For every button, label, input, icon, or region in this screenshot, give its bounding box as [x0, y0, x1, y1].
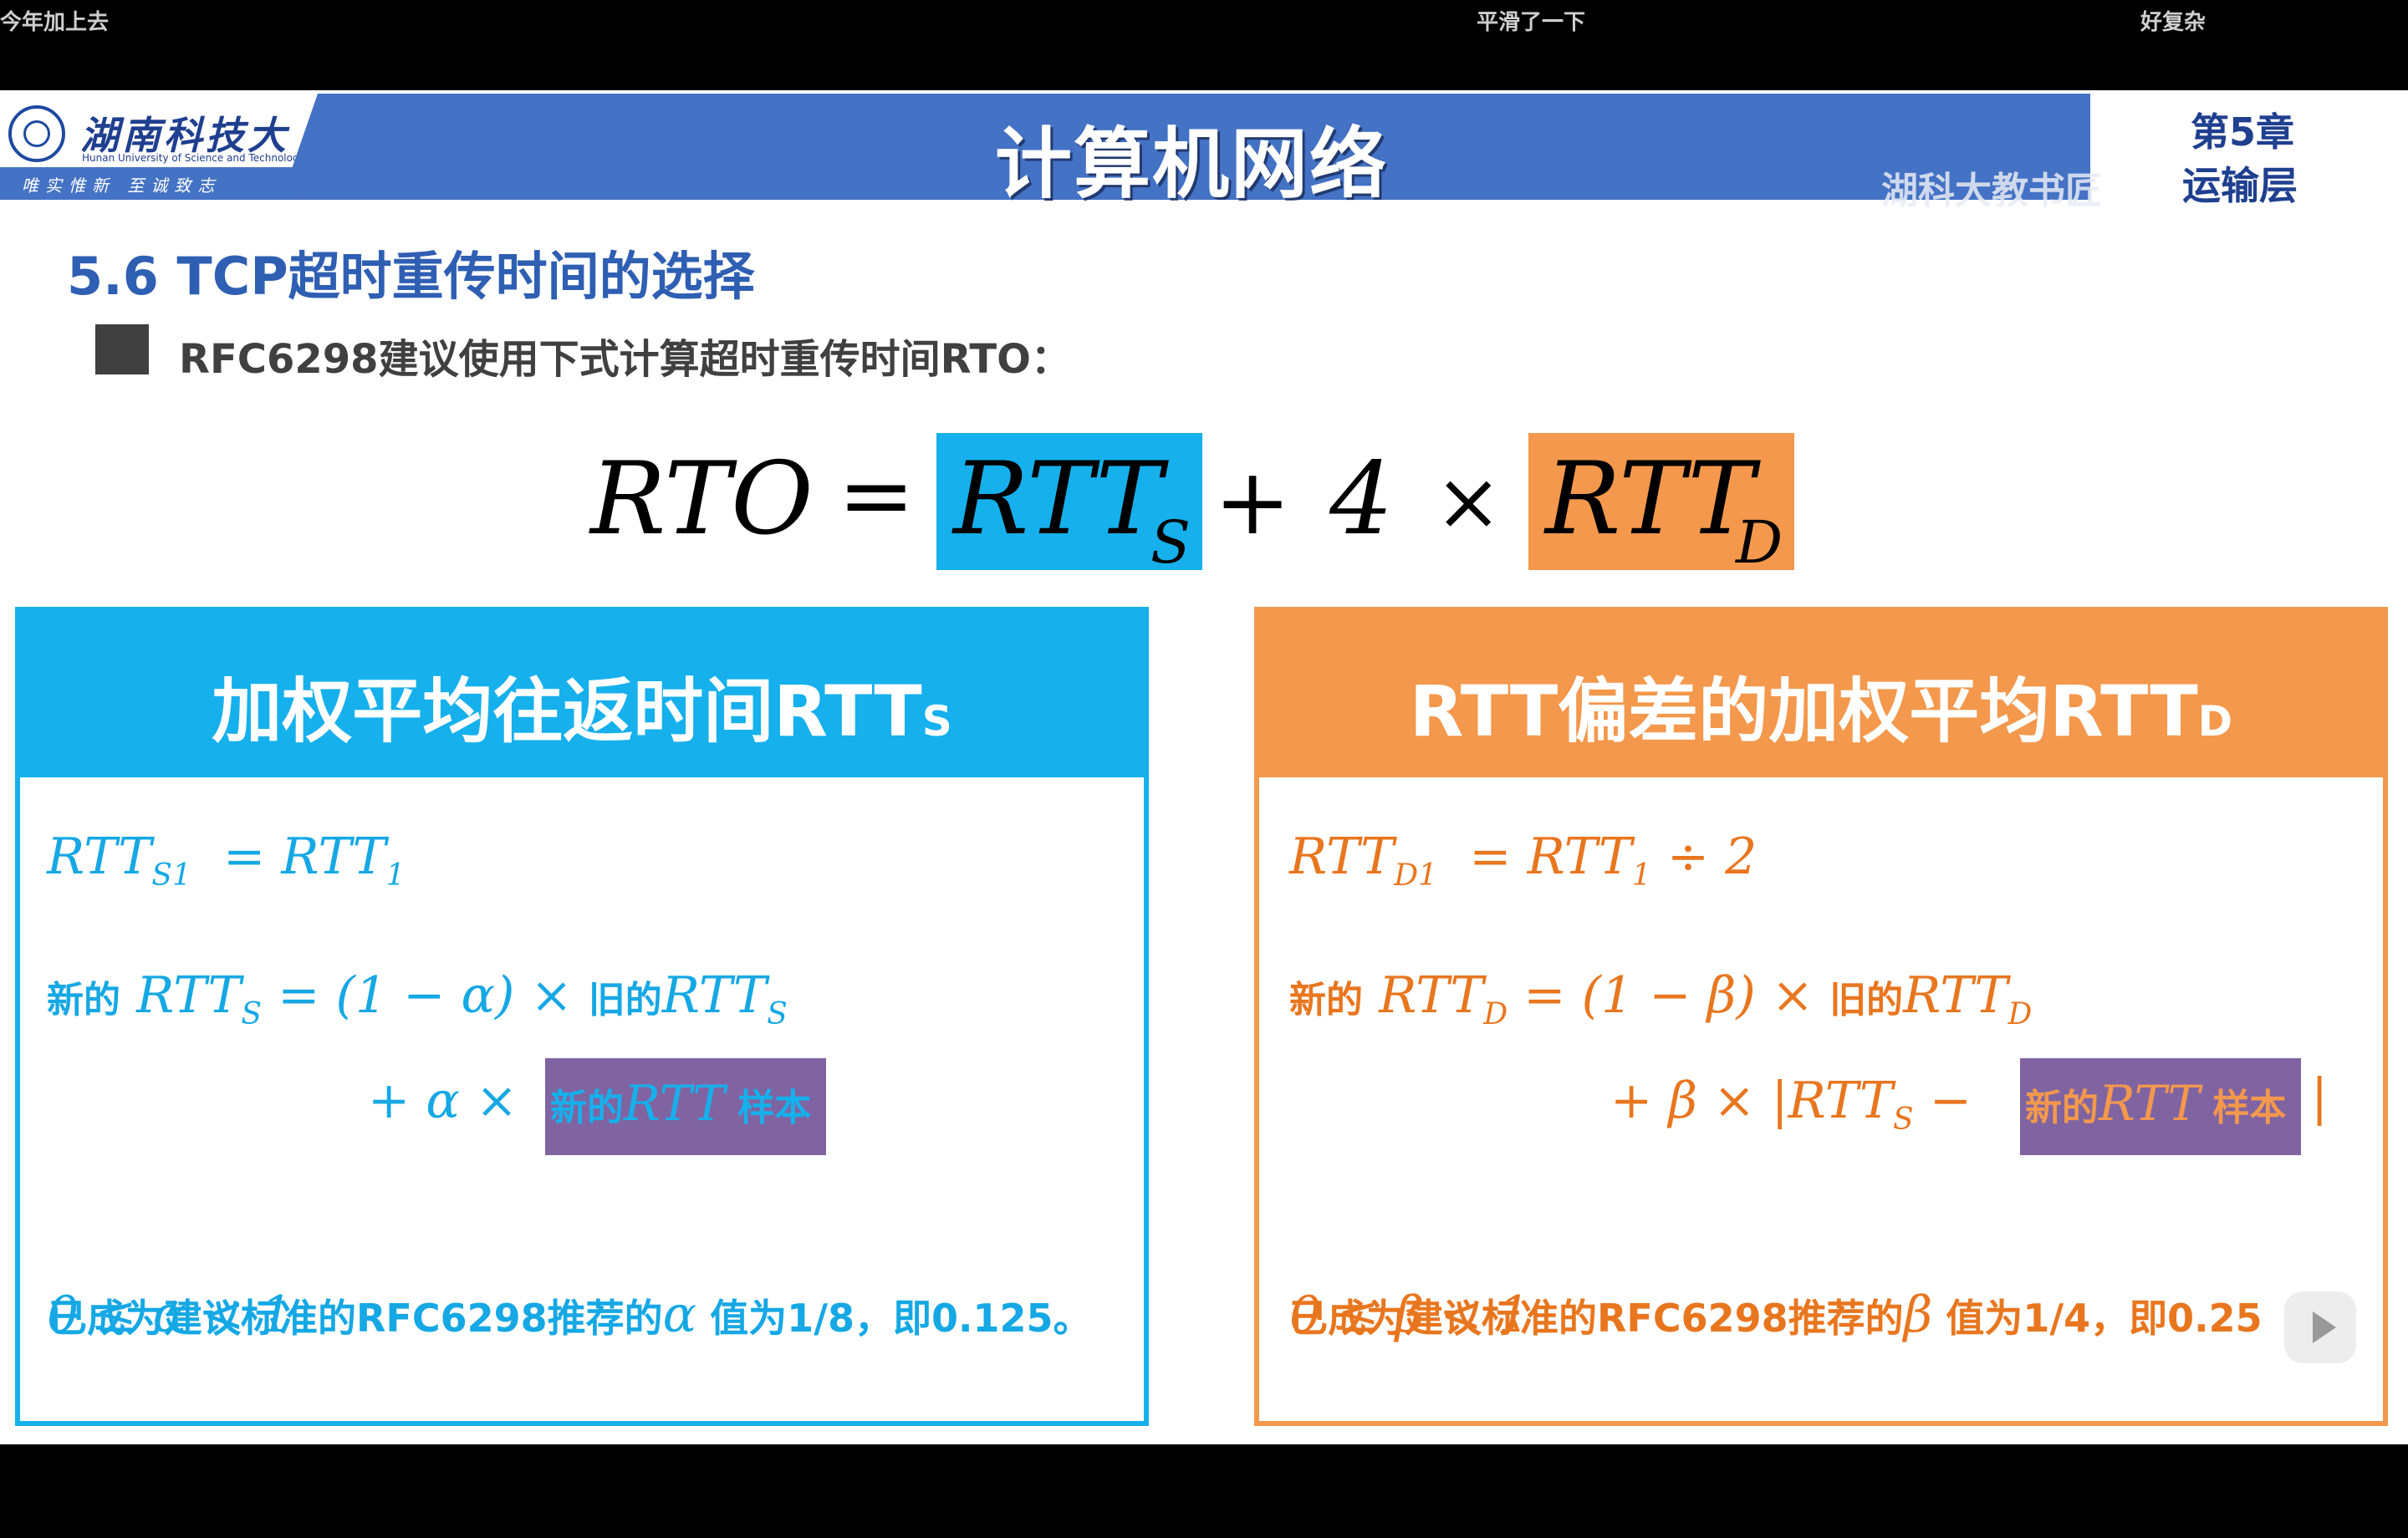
eq-term: = (1 − α) ×	[262, 966, 589, 1025]
eq-sub: S	[1892, 1103, 1914, 1137]
rttd-panel-title: RTT偏差的加权平均RTTD	[1259, 655, 2383, 756]
eq-term: + β × |RTT	[1610, 1072, 1893, 1130]
eq-sub: S	[767, 997, 788, 1031]
rtts-panel-header: 加权平均往返时间RTTS	[20, 612, 1144, 777]
formula-rtts: RTT	[953, 441, 1163, 558]
university-emblem-icon	[8, 105, 65, 162]
sample-label-text: 样本	[725, 1087, 812, 1129]
play-icon[interactable]	[2284, 1291, 2356, 1363]
formula-rttd-sub: D	[1736, 508, 1783, 577]
note-greek: α	[662, 1286, 697, 1344]
rttd-panel-title-sub: D	[2197, 697, 2233, 746]
eq-label-new: 新的	[47, 979, 120, 1021]
university-logo: 湖南科技大学 Hunan University of Science and T…	[0, 94, 318, 167]
rtts-panel-title: 加权平均往返时间RTTS	[20, 655, 1144, 756]
video-top-bar: 今年加上去 平滑了一下 好复杂	[0, 0, 2408, 90]
danmaku-comment: 平滑了一下	[1477, 10, 1586, 35]
alpha-recommendation: 已成为建议标准的RFC6298推荐的α 值为1/8，即0.125。	[48, 1286, 1092, 1344]
rttd-panel-header: RTT偏差的加权平均RTTD	[1259, 612, 2383, 777]
eq-sub: D1	[1394, 858, 1438, 893]
rtt-sample-label: 新的RTT 样本	[2025, 1075, 2286, 1132]
eq-term: = (1 − β) ×	[1508, 966, 1830, 1025]
rtt-sample-label: 新的RTT 样本	[550, 1075, 811, 1132]
eq-sub: D	[2008, 997, 2033, 1031]
video-bottom-bar	[0, 1444, 2408, 1538]
formula-equals: =	[838, 441, 916, 548]
rttd-update-equation-cont: + β × |RTTS −	[1610, 1072, 1972, 1137]
formula-plus: +	[1214, 448, 1292, 555]
eq-sub: D	[1483, 997, 1508, 1031]
sample-new-text: 新的	[550, 1087, 624, 1129]
eq-term: RTT	[661, 966, 768, 1025]
eq-label-new: 新的	[1289, 979, 1363, 1021]
rtts-panel-title-text: 加权平均往返时间RTT	[212, 670, 922, 752]
formula-times: ×	[1435, 455, 1502, 548]
eq-label-old: 旧的	[588, 979, 662, 1021]
note-greek: β	[1903, 1286, 1933, 1344]
lecture-slide: 湖南科技大学 Hunan University of Science and T…	[0, 90, 2408, 1444]
note-text: 已成为建议标准的RFC6298推荐的	[1289, 1296, 1904, 1341]
bullet-square-icon	[95, 324, 149, 374]
eq-term: RTT	[136, 966, 242, 1025]
rtts-update-equation: 新的 RTTS = (1 − α) × 旧的RTTS	[47, 966, 788, 1031]
eq-sub: 1	[1631, 858, 1651, 893]
rttd-panel-title-text: RTT偏差的加权平均RTT	[1409, 670, 2198, 752]
chapter-label: 第5章	[2191, 109, 2295, 155]
eq-term: ÷ 2	[1650, 828, 1758, 886]
eq-term: RTT	[1379, 966, 1484, 1025]
sample-rtt-text: RTT	[624, 1075, 726, 1132]
eq-term: = RTT	[1469, 828, 1632, 886]
watermark: 湖科大教书匠	[1881, 170, 2102, 212]
rtts-update-equation-cont: + α ×	[368, 1072, 518, 1130]
rttd-update-equation: 新的 RTTD = (1 − β) × 旧的RTTD	[1289, 966, 2032, 1031]
danmaku-comment: 今年加上去	[0, 10, 110, 35]
eq-sub: S	[241, 997, 263, 1031]
university-motto: 唯实惟新 至诚致志	[22, 176, 222, 196]
note-text: 值为1/8，即0.125。	[696, 1296, 1092, 1341]
formula-rttd: RTT	[1545, 441, 1755, 558]
eq-term: = RTT	[223, 828, 386, 886]
rtts-panel-title-sub: S	[921, 697, 952, 746]
eq-term: RTT	[47, 828, 152, 886]
formula-four: 4	[1329, 441, 1394, 558]
bullet-text: RFC6298建议使用下式计算超时重传时间RTO：	[179, 336, 1071, 383]
abs-close-bar: |	[2311, 1068, 2329, 1127]
university-name-en: Hunan University of Science and Technolo…	[82, 152, 305, 164]
eq-sub: 1	[385, 858, 406, 893]
course-title: 计算机网络	[995, 120, 1389, 209]
rtts-init-equation: RTTS1 = RTT1	[47, 828, 406, 893]
eq-term: −	[1913, 1072, 1972, 1130]
sample-rtt-text: RTT	[2099, 1075, 2201, 1132]
formula-rtts-sub: S	[1150, 508, 1191, 577]
section-title: 5.6 TCP超时重传时间的选择	[67, 246, 755, 307]
sample-label-text: 样本	[2200, 1087, 2287, 1129]
formula-rto: RTO	[590, 441, 814, 558]
eq-label-old: 旧的	[1829, 979, 1904, 1021]
eq-sub: S1	[151, 858, 191, 893]
chapter-name: 运输层	[2182, 163, 2298, 208]
eq-term: RTT	[1903, 966, 2008, 1025]
beta-recommendation: 已成为建议标准的RFC6298推荐的β 值为1/4，即0.25	[1289, 1286, 2263, 1344]
sample-new-text: 新的	[2025, 1087, 2099, 1129]
rttd-init-equation: RTTD1 = RTT1 ÷ 2	[1289, 828, 1757, 893]
eq-term: RTT	[1289, 828, 1395, 886]
danmaku-comment: 好复杂	[2140, 10, 2206, 35]
note-text: 已成为建议标准的RFC6298推荐的	[48, 1296, 663, 1341]
note-text: 值为1/4，即0.25	[1932, 1296, 2263, 1341]
